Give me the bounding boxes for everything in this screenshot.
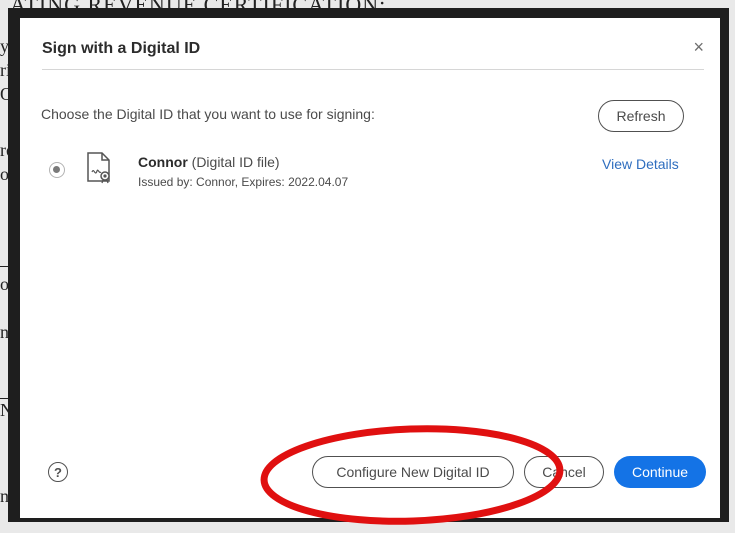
digital-id-row[interactable]: Connor (Digital ID file) Issued by: Conn… [20,148,720,198]
dialog-title: Sign with a Digital ID [42,40,201,57]
title-divider [42,69,704,70]
digital-id-name: Connor (Digital ID file) [138,154,280,170]
sign-digital-id-dialog: Sign with a Digital ID × Choose the Digi… [20,18,720,518]
refresh-button[interactable]: Refresh [598,100,684,132]
digital-id-issued-info: Issued by: Connor, Expires: 2022.04.07 [138,175,349,189]
continue-button[interactable]: Continue [614,456,706,488]
digital-id-owner: Connor [138,154,188,170]
view-details-link[interactable]: View Details [602,156,679,172]
close-icon[interactable]: × [693,38,704,56]
help-icon[interactable]: ? [48,462,68,482]
digital-id-type: (Digital ID file) [191,154,280,170]
configure-new-digital-id-button[interactable]: Configure New Digital ID [312,456,514,488]
digital-id-radio[interactable] [49,162,65,178]
cancel-button[interactable]: Cancel [524,456,604,488]
choose-id-prompt: Choose the Digital ID that you want to u… [41,106,375,122]
certificate-file-icon [87,152,110,184]
